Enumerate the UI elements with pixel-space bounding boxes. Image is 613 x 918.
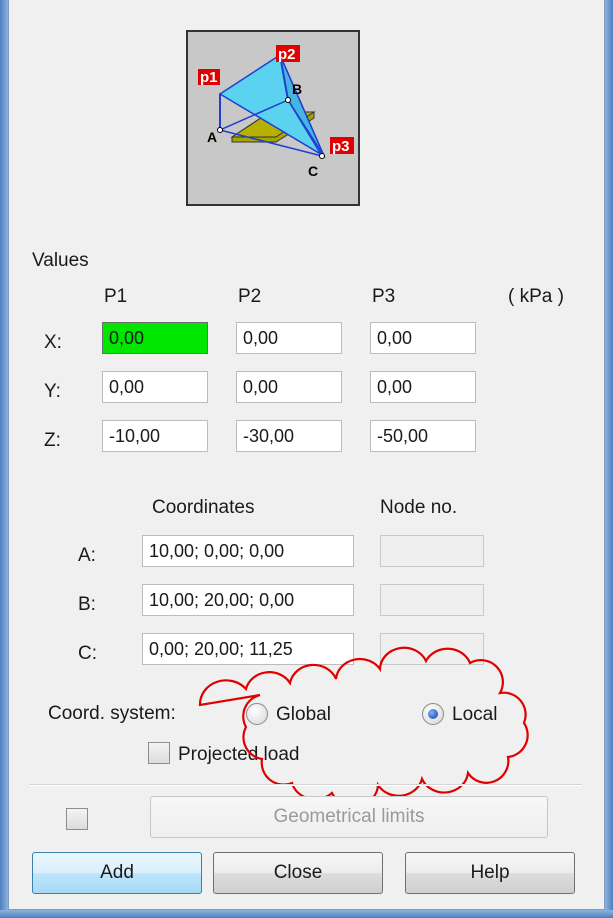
geometrical-limits-checkbox[interactable] [66, 808, 88, 830]
row-label-z: Z: [44, 430, 61, 451]
p2-label: p2 [278, 46, 296, 63]
window-frame-bottom [0, 910, 613, 918]
unit-label: ( kPa ) [508, 286, 564, 307]
p3-x-input[interactable] [370, 322, 476, 354]
column-header-p2: P2 [238, 286, 262, 307]
node-c [319, 153, 325, 159]
row-label-x: X: [44, 332, 62, 353]
point-a-node-input[interactable] [380, 535, 484, 567]
p3-label: p3 [332, 138, 350, 155]
annotation-cloud [198, 646, 529, 800]
p3-z-input[interactable] [370, 420, 476, 452]
row-label-y: Y: [44, 381, 61, 402]
values-title: Values [32, 250, 89, 271]
window-frame-right [605, 0, 613, 918]
p1-y-input[interactable] [102, 371, 208, 403]
point-b-coords-input[interactable] [142, 584, 354, 616]
point-label-b: B: [78, 594, 96, 615]
node-no-header: Node no. [380, 497, 458, 518]
node-b [285, 97, 291, 103]
column-header-p1: P1 [104, 286, 128, 307]
close-button[interactable]: Close [213, 852, 383, 894]
separator [30, 784, 582, 786]
help-button[interactable]: Help [405, 852, 575, 894]
node-a [217, 127, 223, 133]
a-label: A [207, 129, 217, 145]
coord-system-label: Coord. system: [48, 703, 176, 724]
p2-z-input[interactable] [236, 420, 342, 452]
p1-z-input[interactable] [102, 420, 208, 452]
c-label: C [308, 163, 318, 179]
point-label-c: C: [78, 643, 97, 664]
coordinates-header: Coordinates [152, 497, 255, 518]
p1-x-input[interactable] [102, 322, 208, 354]
load-diagram: p1 p2 p3 A B C [186, 30, 360, 206]
p2-x-input[interactable] [236, 322, 342, 354]
annotation-cloud-outline [198, 646, 529, 800]
p3-y-input[interactable] [370, 371, 476, 403]
point-a-coords-input[interactable] [142, 535, 354, 567]
b-label: B [292, 81, 302, 97]
load-diagram-svg: p1 p2 p3 A B C [198, 45, 354, 179]
window-frame-left [0, 0, 8, 918]
point-b-node-input[interactable] [380, 584, 484, 616]
point-label-a: A: [78, 545, 96, 566]
add-button[interactable]: Add [32, 852, 202, 894]
p2-y-input[interactable] [236, 371, 342, 403]
column-header-p3: P3 [372, 286, 396, 307]
geometrical-limits-button[interactable]: Geometrical limits [150, 796, 548, 838]
p1-label: p1 [200, 69, 218, 86]
